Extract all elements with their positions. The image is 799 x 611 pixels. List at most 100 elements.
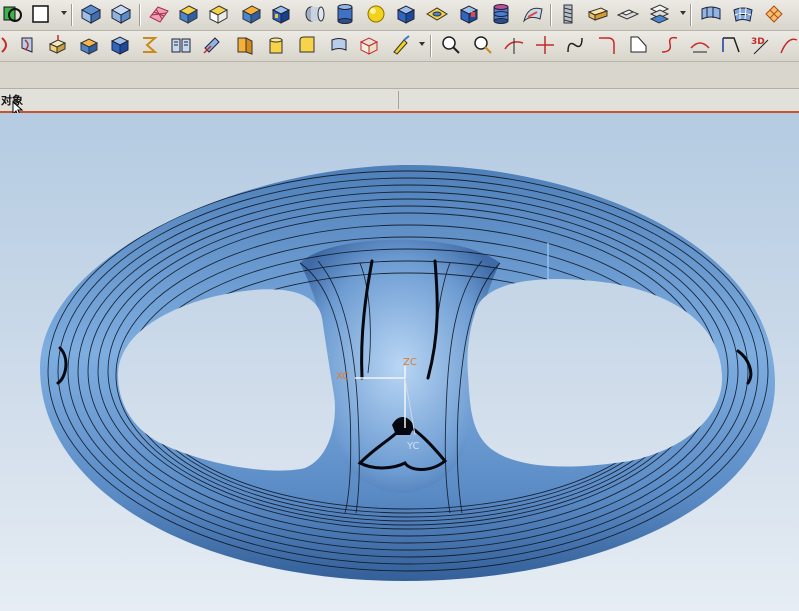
intersect-curve-icon xyxy=(780,38,798,54)
solid-block-icon xyxy=(241,5,262,24)
grid-surface-button[interactable] xyxy=(732,3,754,25)
mesh-surface-button[interactable] xyxy=(148,3,170,25)
cube-blue-button[interactable] xyxy=(270,3,292,25)
wheel-body xyxy=(40,165,775,581)
brush-button[interactable] xyxy=(390,34,412,56)
measure-button[interactable] xyxy=(472,34,494,56)
blend-face-icon xyxy=(299,36,315,53)
stack-button[interactable] xyxy=(648,3,670,25)
spline-icon xyxy=(661,36,678,53)
mesh-surface-icon xyxy=(149,6,169,23)
pocket-icon xyxy=(459,5,479,24)
draft-face-button[interactable] xyxy=(265,34,287,56)
yc-axis-label: YC xyxy=(406,441,420,452)
select-filter-icon xyxy=(3,6,22,22)
toolbar-separator xyxy=(550,4,552,26)
frame-cube-icon xyxy=(359,37,379,55)
db-cylinder-button[interactable] xyxy=(490,3,512,25)
hollow-button[interactable] xyxy=(109,34,131,56)
slab-button[interactable] xyxy=(587,3,609,25)
fillet-curve-icon xyxy=(599,37,615,54)
curve-s-icon xyxy=(567,37,583,53)
main-toolbar xyxy=(0,0,799,31)
frame-cube-button[interactable] xyxy=(358,34,380,56)
curve-split-icon xyxy=(504,38,524,54)
hollow-icon xyxy=(110,36,130,55)
spring-icon xyxy=(563,4,573,24)
plate-icon xyxy=(616,9,640,20)
db-cylinder-icon xyxy=(493,4,509,24)
curve-arc-icon xyxy=(1,37,7,53)
chamfer-curve-icon xyxy=(630,36,647,53)
box-button[interactable] xyxy=(395,3,417,25)
surface-sew-button[interactable] xyxy=(328,34,350,56)
chevron-down-icon[interactable] xyxy=(61,11,67,15)
patch-surface-button[interactable] xyxy=(763,3,785,25)
ribbon-surface-button[interactable] xyxy=(700,3,722,25)
wire-block-button[interactable] xyxy=(207,3,229,25)
box-icon xyxy=(396,5,416,24)
sphere-icon xyxy=(367,5,385,23)
twist-button[interactable] xyxy=(17,34,39,56)
curve-s-button[interactable] xyxy=(564,34,586,56)
rectangle-button[interactable] xyxy=(30,3,52,25)
3d-curve-button[interactable]: 3D xyxy=(750,34,772,56)
block-feature-button[interactable] xyxy=(177,3,199,25)
analyze-button[interactable] xyxy=(440,34,462,56)
measure-icon xyxy=(474,36,492,54)
curve-arc-button[interactable] xyxy=(0,34,18,56)
toolbar-empty-strip xyxy=(0,62,799,89)
graphics-viewport[interactable]: ZC XC YC xyxy=(0,113,799,611)
chevron-down-icon[interactable] xyxy=(419,42,425,46)
tube-button[interactable] xyxy=(303,3,325,25)
toolbar-separator xyxy=(71,4,73,26)
plate-button[interactable] xyxy=(616,3,640,25)
blend-face-button[interactable] xyxy=(296,34,318,56)
trim-body-button[interactable] xyxy=(78,34,100,56)
draft-face-icon xyxy=(269,37,283,54)
cylinder-button[interactable] xyxy=(334,3,356,25)
view-orient-button[interactable] xyxy=(110,3,132,25)
point-cross-button[interactable] xyxy=(534,34,556,56)
cylinder-icon xyxy=(337,4,353,24)
pocket-button[interactable] xyxy=(458,3,480,25)
wire-block-icon xyxy=(208,5,229,24)
chamfer-curve-button[interactable] xyxy=(627,34,649,56)
block-feature-icon xyxy=(178,5,199,24)
scale-body-icon xyxy=(48,35,67,54)
intersect-curve-button[interactable] xyxy=(778,34,799,56)
book-button[interactable] xyxy=(170,34,192,56)
sheet-icon xyxy=(426,7,448,21)
bridge-curve-button[interactable] xyxy=(689,34,711,56)
spring-button[interactable] xyxy=(557,3,579,25)
xc-axis-label: XC xyxy=(336,371,349,382)
zc-axis-label: ZC xyxy=(403,357,417,368)
solid-block-button[interactable] xyxy=(240,3,262,25)
wrap-button[interactable] xyxy=(139,34,161,56)
spline-button[interactable] xyxy=(658,34,680,56)
offset-face-button[interactable] xyxy=(201,34,223,56)
steering-wheel-model[interactable]: ZC XC YC xyxy=(0,113,799,611)
column-divider[interactable] xyxy=(398,91,399,109)
stack-icon xyxy=(649,4,670,24)
curve-split-button[interactable] xyxy=(503,34,525,56)
fillet-curve-button[interactable] xyxy=(596,34,618,56)
half-solid-button[interactable] xyxy=(234,34,256,56)
curve-trim-button[interactable] xyxy=(720,34,742,56)
analyze-icon xyxy=(442,36,460,54)
3d-curve-icon: 3D xyxy=(751,37,769,55)
rectangle-icon xyxy=(32,5,49,23)
swept-surface-icon xyxy=(523,7,543,23)
chevron-down-icon[interactable] xyxy=(680,11,686,15)
select-filter-button[interactable] xyxy=(2,3,24,25)
sheet-button[interactable] xyxy=(426,3,448,25)
scale-body-button[interactable] xyxy=(46,34,68,56)
cube-blue-icon xyxy=(271,5,291,24)
toolbar-separator xyxy=(430,35,432,57)
view-fit-button[interactable] xyxy=(80,3,102,25)
sphere-button[interactable] xyxy=(365,3,387,25)
swept-surface-button[interactable] xyxy=(522,3,544,25)
toolbar-separator xyxy=(690,4,692,26)
wrap-icon xyxy=(143,37,158,53)
grid-surface-icon xyxy=(733,7,753,22)
